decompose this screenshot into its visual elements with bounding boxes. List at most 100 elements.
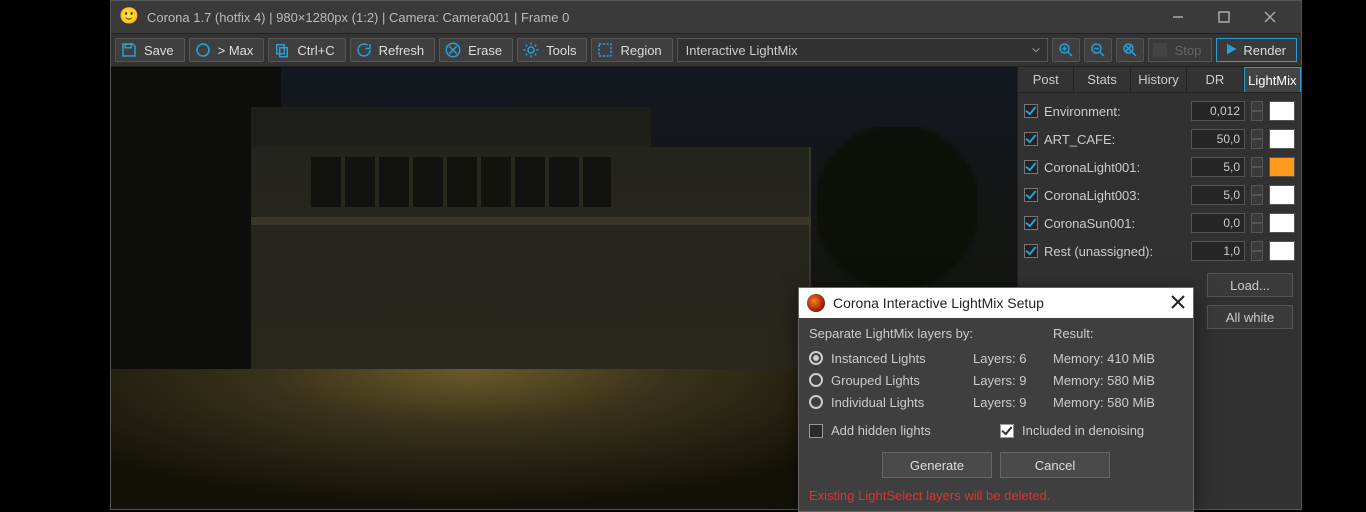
copy-label: Ctrl+C <box>295 43 344 58</box>
light-name: CoronaLight001: <box>1044 160 1185 175</box>
option-layers: Layers: 9 <box>973 373 1045 388</box>
dialog-titlebar[interactable]: Corona Interactive LightMix Setup <box>799 288 1193 318</box>
light-color-swatch[interactable] <box>1269 241 1295 261</box>
option-radio[interactable] <box>809 351 823 365</box>
chevron-down-icon <box>1031 43 1041 58</box>
light-color-swatch[interactable] <box>1269 101 1295 121</box>
option-row: Individual Lights Layers: 9 Memory: 580 … <box>809 391 1183 413</box>
region-button[interactable]: Region <box>591 38 672 62</box>
light-row: Environment: <box>1024 97 1295 125</box>
light-name: CoronaSun001: <box>1044 216 1185 231</box>
tools-label: Tools <box>544 43 586 58</box>
minimize-button[interactable] <box>1155 1 1201 33</box>
maximize-button[interactable] <box>1201 1 1247 33</box>
light-color-swatch[interactable] <box>1269 157 1295 177</box>
light-checkbox[interactable] <box>1024 188 1038 202</box>
zoom-in-button[interactable] <box>1052 38 1080 62</box>
result-heading: Result: <box>1053 326 1183 341</box>
zoom-out-icon <box>1085 41 1111 59</box>
spinner-buttons[interactable] <box>1251 185 1263 205</box>
spinner-buttons[interactable] <box>1251 101 1263 121</box>
separate-heading: Separate LightMix layers by: <box>809 326 1053 341</box>
generate-button[interactable]: Generate <box>882 452 992 478</box>
light-intensity-input[interactable] <box>1191 129 1245 149</box>
titlebar: 🙂 Corona 1.7 (hotfix 4) | 980×1280px (1:… <box>111 1 1301 33</box>
option-row: Instanced Lights Layers: 6 Memory: 410 M… <box>809 347 1183 369</box>
save-label: Save <box>142 43 184 58</box>
cancel-button[interactable]: Cancel <box>1000 452 1110 478</box>
tab-stats[interactable]: Stats <box>1074 67 1130 92</box>
dialog-title: Corona Interactive LightMix Setup <box>833 295 1044 311</box>
spiral-icon <box>190 41 216 59</box>
light-intensity-input[interactable] <box>1191 213 1245 233</box>
light-row: ART_CAFE: <box>1024 125 1295 153</box>
spinner-buttons[interactable] <box>1251 241 1263 261</box>
light-checkbox[interactable] <box>1024 132 1038 146</box>
add-hidden-label: Add hidden lights <box>831 423 931 438</box>
option-memory: Memory: 580 MiB <box>1053 373 1183 388</box>
dialog-close-button[interactable] <box>1171 295 1185 312</box>
option-name: Individual Lights <box>831 395 965 410</box>
light-checkbox[interactable] <box>1024 160 1038 174</box>
tab-dr[interactable]: DR <box>1187 67 1243 92</box>
to-max-button[interactable]: > Max <box>189 38 265 62</box>
zoom-out-button[interactable] <box>1084 38 1112 62</box>
option-row: Grouped Lights Layers: 9 Memory: 580 MiB <box>809 369 1183 391</box>
title-text: Corona 1.7 (hotfix 4) | 980×1280px (1:2)… <box>147 10 1155 25</box>
zoom-fit-icon <box>1117 41 1143 59</box>
tab-lightmix[interactable]: LightMix <box>1244 67 1301 92</box>
option-radio[interactable] <box>809 395 823 409</box>
light-row: Rest (unassigned): <box>1024 237 1295 265</box>
light-checkbox[interactable] <box>1024 244 1038 258</box>
load-button[interactable]: Load... <box>1207 273 1293 297</box>
refresh-button[interactable]: Refresh <box>350 38 436 62</box>
lightmix-dropdown[interactable]: Interactive LightMix <box>677 38 1048 62</box>
zoom-in-icon <box>1053 41 1079 59</box>
option-memory: Memory: 580 MiB <box>1053 395 1183 410</box>
tools-button[interactable]: Tools <box>517 38 587 62</box>
light-intensity-input[interactable] <box>1191 157 1245 177</box>
refresh-label: Refresh <box>377 43 435 58</box>
light-color-swatch[interactable] <box>1269 213 1295 233</box>
light-checkbox[interactable] <box>1024 216 1038 230</box>
option-layers: Layers: 6 <box>973 351 1045 366</box>
tab-history[interactable]: History <box>1131 67 1187 92</box>
tab-post[interactable]: Post <box>1018 67 1074 92</box>
zoom-fit-button[interactable] <box>1116 38 1144 62</box>
copy-icon <box>269 41 295 59</box>
toolbar: Save > Max Ctrl+C Refresh Erase Tools Re… <box>111 33 1301 67</box>
option-name: Instanced Lights <box>831 351 965 366</box>
to-max-label: > Max <box>216 43 264 58</box>
erase-button[interactable]: Erase <box>439 38 513 62</box>
add-hidden-checkbox[interactable] <box>809 424 823 438</box>
denoise-label: Included in denoising <box>1022 423 1144 438</box>
region-label: Region <box>618 43 671 58</box>
light-name: Rest (unassigned): <box>1044 244 1185 259</box>
stop-label: Stop <box>1175 43 1202 58</box>
spinner-buttons[interactable] <box>1251 129 1263 149</box>
light-name: CoronaLight003: <box>1044 188 1185 203</box>
light-checkbox[interactable] <box>1024 104 1038 118</box>
close-button[interactable] <box>1247 1 1293 33</box>
all-white-button[interactable]: All white <box>1207 305 1293 329</box>
light-color-swatch[interactable] <box>1269 129 1295 149</box>
render-button[interactable]: Render <box>1216 38 1297 62</box>
spinner-buttons[interactable] <box>1251 213 1263 233</box>
light-color-swatch[interactable] <box>1269 185 1295 205</box>
light-intensity-input[interactable] <box>1191 185 1245 205</box>
option-layers: Layers: 9 <box>973 395 1045 410</box>
gear-icon <box>518 41 544 59</box>
save-button[interactable]: Save <box>115 38 185 62</box>
stop-button[interactable]: Stop <box>1148 38 1213 62</box>
light-intensity-input[interactable] <box>1191 101 1245 121</box>
option-name: Grouped Lights <box>831 373 965 388</box>
erase-label: Erase <box>466 43 512 58</box>
option-memory: Memory: 410 MiB <box>1053 351 1183 366</box>
corona-icon <box>807 294 825 312</box>
denoise-checkbox[interactable] <box>1000 424 1014 438</box>
copy-button[interactable]: Ctrl+C <box>268 38 345 62</box>
light-intensity-input[interactable] <box>1191 241 1245 261</box>
option-radio[interactable] <box>809 373 823 387</box>
region-icon <box>592 41 618 59</box>
spinner-buttons[interactable] <box>1251 157 1263 177</box>
